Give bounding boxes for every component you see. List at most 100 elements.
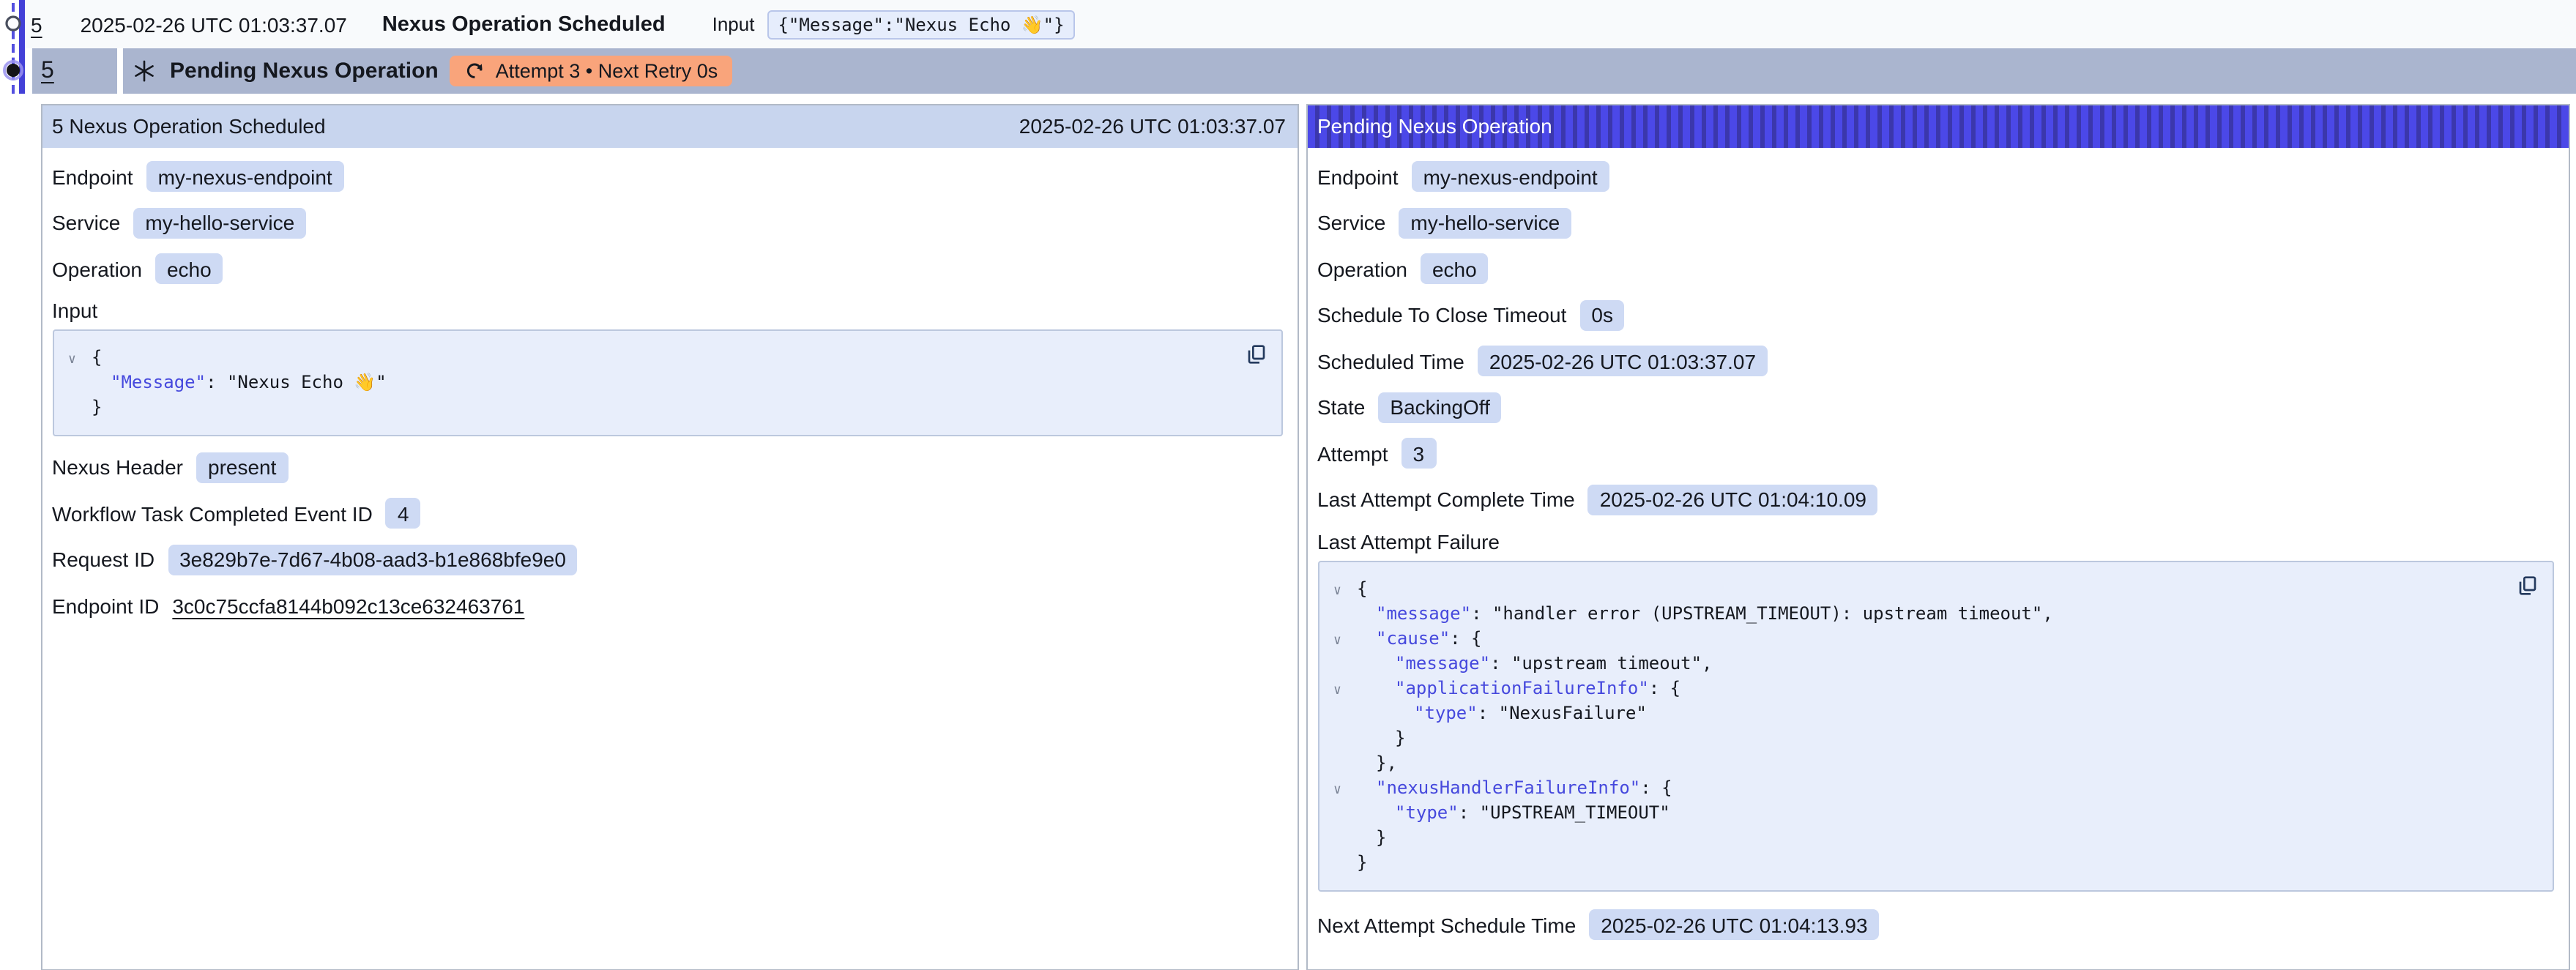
field-value-badge: 4 bbox=[386, 498, 421, 529]
panel-title: Pending Nexus Operation bbox=[1317, 114, 1552, 138]
field-list: Nexus Header present Workflow Task Complet… bbox=[52, 451, 1283, 622]
json-text: : { bbox=[1649, 677, 1680, 698]
json-key: "type" bbox=[1414, 702, 1478, 723]
field-row: Workflow Task Completed Event ID 4 bbox=[52, 497, 1283, 529]
code-line: ∨"cause": { bbox=[1330, 626, 2532, 651]
json-key: "message" bbox=[1395, 652, 1490, 673]
chevron-down-icon[interactable]: ∨ bbox=[68, 348, 76, 373]
code-line: ∨ "nexusHandlerFailureInfo": { bbox=[1330, 775, 2532, 800]
field-label: Attempt bbox=[1317, 441, 1388, 465]
input-value-badge[interactable]: {"Message":"Nexus Echo 👋"} bbox=[767, 10, 1074, 39]
field-value-badge: 3e829b7e-7d67-4b08-aad3-b1e868bfe9e0 bbox=[168, 544, 578, 575]
chevron-down-icon[interactable]: ∨ bbox=[1333, 778, 1341, 803]
field-row: Last Attempt Complete Time2025-02-26 UTC… bbox=[1317, 483, 2554, 515]
field-row: Servicemy-hello-service bbox=[52, 206, 1283, 239]
field-value-badge: 2025-02-26 UTC 01:03:37.07 bbox=[1478, 346, 1768, 376]
asterisk-icon bbox=[133, 60, 155, 82]
field-row: Request ID 3e829b7e-7d67-4b08-aad3-b1e868… bbox=[52, 543, 1283, 575]
chevron-down-icon[interactable]: ∨ bbox=[1333, 629, 1341, 654]
json-text: }, bbox=[1376, 752, 1397, 772]
code-line: "Message": "Nexus Echo 👋" bbox=[65, 370, 1261, 395]
code-line: ∨{ bbox=[65, 346, 1261, 370]
json-text: } bbox=[92, 397, 102, 417]
json-viewer: ∨{"Message": "Nexus Echo 👋"} bbox=[65, 346, 1261, 420]
json-text: : "UPSTREAM_TIMEOUT" bbox=[1459, 802, 1670, 822]
field-value-badge: my-hello-service bbox=[1399, 207, 1571, 238]
field-label: Operation bbox=[1317, 257, 1407, 280]
scheduled-detail-panel: 5 Nexus Operation Scheduled 2025-02-26 U… bbox=[40, 103, 1299, 970]
field-label: Operation bbox=[52, 257, 142, 280]
json-text: } bbox=[1357, 851, 1367, 872]
json-key: "message" bbox=[1376, 602, 1471, 623]
field-label: Endpoint bbox=[52, 165, 133, 188]
circle-outline-icon[interactable] bbox=[7, 17, 20, 30]
field-label: Scheduled Time bbox=[1317, 349, 1464, 373]
json-text: : { bbox=[1640, 777, 1672, 797]
json-key: "Message" bbox=[111, 372, 206, 392]
event-row-pending[interactable]: Pending Nexus Operation Attempt 3 • Next… bbox=[123, 48, 2576, 94]
panel-body: Endpointmy-nexus-endpointServicemy-hello… bbox=[1307, 147, 2569, 941]
field-value-badge: 2025-02-26 UTC 01:04:10.09 bbox=[1588, 484, 1878, 515]
input-section-label: Input bbox=[52, 299, 1283, 325]
field-value-badge: echo bbox=[1421, 253, 1489, 284]
json-text: : "handler error (UPSTREAM_TIMEOUT): ups… bbox=[1471, 602, 2053, 623]
code-line: }, bbox=[1330, 750, 2532, 775]
event-time: 2025-02-26 UTC 01:03:37.07 bbox=[81, 12, 347, 36]
panel-header: 5 Nexus Operation Scheduled 2025-02-26 U… bbox=[42, 105, 1298, 147]
field-list: Endpointmy-nexus-endpointServicemy-hello… bbox=[1317, 160, 2554, 515]
field-value-badge: my-nexus-endpoint bbox=[146, 161, 344, 192]
field-row: Operation echo bbox=[1317, 253, 2554, 285]
field-value-badge: present bbox=[196, 452, 288, 482]
json-key: "cause" bbox=[1376, 627, 1450, 648]
code-line: "message": "handler error (UPSTREAM_TIME… bbox=[1330, 601, 2532, 626]
panel-title: 5 Nexus Operation Scheduled bbox=[52, 114, 326, 138]
field-row: Service my-hello-service bbox=[1317, 206, 2554, 239]
field-row: Nexus Header present bbox=[52, 451, 1283, 483]
code-line: } bbox=[1330, 725, 2532, 750]
field-value-badge: echo bbox=[155, 253, 223, 284]
code-line: } bbox=[1330, 850, 2532, 875]
json-text: : "Nexus Echo 👋" bbox=[206, 372, 387, 392]
code-line: ∨ "applicationFailureInfo": { bbox=[1330, 676, 2532, 701]
field-label: State bbox=[1317, 395, 1365, 419]
field-label: Nexus Header bbox=[52, 455, 183, 479]
json-key: "applicationFailureInfo" bbox=[1395, 677, 1649, 698]
panel-header-pending: Pending Nexus Operation bbox=[1307, 105, 2569, 147]
attempt-retry-badge: Attempt 3 • Next Retry 0s bbox=[450, 56, 733, 86]
field-value-badge: my-nexus-endpoint bbox=[1412, 161, 1609, 192]
event-id-link[interactable]: 5 bbox=[31, 12, 42, 36]
field-label: Workflow Task Completed Event ID bbox=[52, 501, 373, 525]
json-key: "type" bbox=[1395, 802, 1459, 822]
field-value-badge: 0s bbox=[1579, 299, 1625, 330]
circle-filled-icon[interactable] bbox=[7, 64, 20, 77]
field-value-link[interactable]: 3c0c75ccfa8144b092c13ce632463761 bbox=[172, 594, 524, 617]
field-value-badge: my-hello-service bbox=[133, 207, 306, 238]
input-json-block: ∨{"Message": "Nexus Echo 👋"} bbox=[52, 329, 1283, 436]
chevron-down-icon[interactable]: ∨ bbox=[1333, 679, 1341, 704]
field-label: Request ID bbox=[52, 548, 155, 571]
event-detail-view: 5 2025-02-26 UTC 01:03:37.07 Nexus Opera… bbox=[0, 0, 2576, 956]
field-row: StateBackingOff bbox=[1317, 391, 2554, 423]
field-list: Next Attempt Schedule Time2025-02-26 UTC… bbox=[1317, 909, 2554, 941]
field-label: Next Attempt Schedule Time bbox=[1317, 913, 1576, 936]
chevron-down-icon[interactable]: ∨ bbox=[1333, 579, 1341, 604]
field-label: Endpoint ID bbox=[52, 594, 159, 617]
field-label: Service bbox=[1317, 211, 1385, 234]
pending-row-id-cell[interactable]: 5 bbox=[32, 48, 117, 94]
code-line: "type": "NexusFailure" bbox=[1330, 701, 2532, 725]
event-row-scheduled[interactable]: 5 2025-02-26 UTC 01:03:37.07 Nexus Opera… bbox=[25, 0, 2576, 48]
pending-detail-panel: Pending Nexus Operation Endpointmy-nexus… bbox=[1306, 103, 2570, 970]
code-line: "type": "UPSTREAM_TIMEOUT" bbox=[1330, 800, 2532, 825]
code-line: "message": "upstream timeout", bbox=[1330, 651, 2532, 676]
field-row: Next Attempt Schedule Time2025-02-26 UTC… bbox=[1317, 909, 2554, 941]
field-row: Endpoint my-nexus-endpoint bbox=[52, 160, 1283, 193]
field-label: Schedule To Close Timeout bbox=[1317, 303, 1566, 327]
json-key: "nexusHandlerFailureInfo" bbox=[1376, 777, 1640, 797]
event-id-link[interactable]: 5 bbox=[41, 58, 54, 84]
json-text: { bbox=[92, 347, 102, 368]
json-text: : "NexusFailure" bbox=[1478, 702, 1647, 723]
attempt-retry-text: Attempt 3 • Next Retry 0s bbox=[496, 60, 718, 82]
field-row: Scheduled Time 2025-02-26 UTC 01:03:37.07 bbox=[1317, 345, 2554, 377]
code-line: } bbox=[1330, 825, 2532, 850]
input-label: Input bbox=[712, 13, 755, 35]
